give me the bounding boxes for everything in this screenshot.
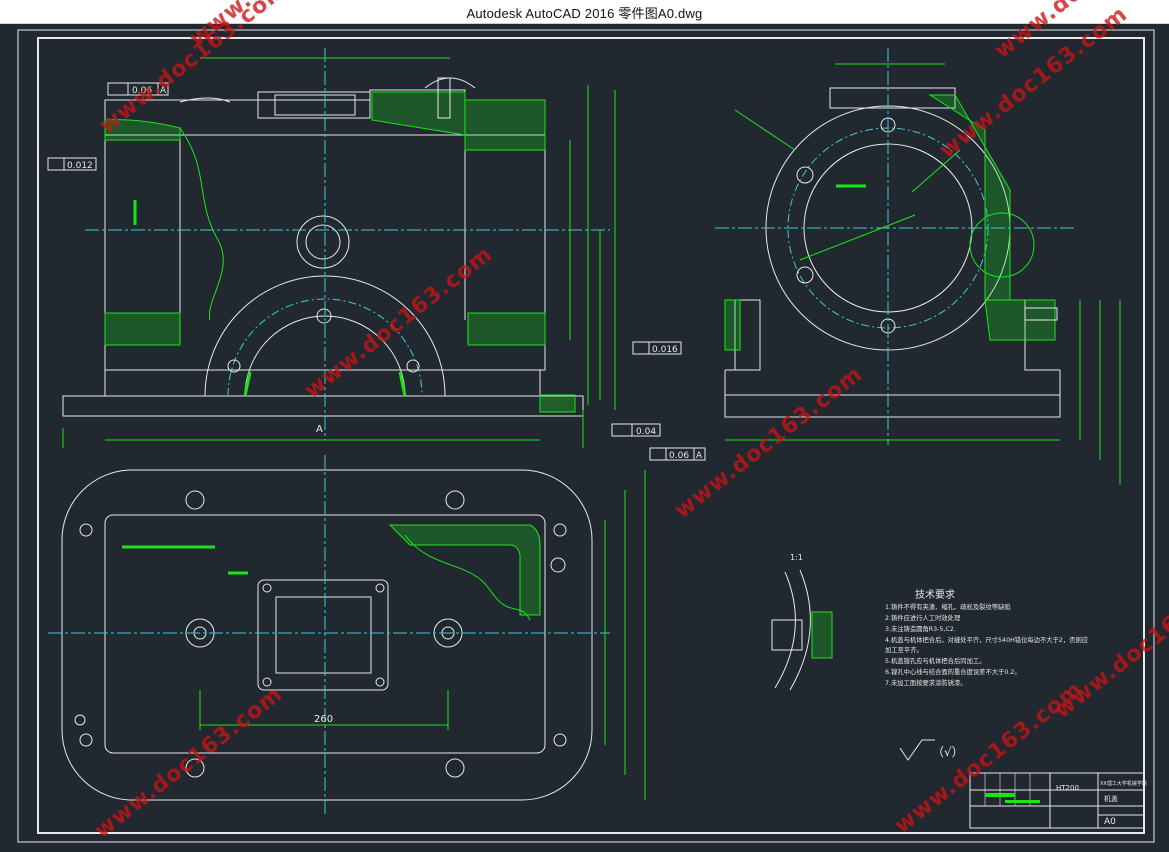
tech-requirements: 技术要求 1.铸件不得有夹渣、缩孔、疏松及裂纹等缺陷 2.铸件应进行人工时效处理… <box>885 588 1089 687</box>
svg-text:A: A <box>696 451 703 461</box>
title-block-sheet-size: A0 <box>1104 817 1116 827</box>
title-block-part-name: 机盖 <box>1104 794 1118 803</box>
top-outer-outline <box>61 469 593 801</box>
svg-text:（√）: （√） <box>932 745 964 759</box>
tolerance-box-bottom-right[interactable]: 0.04 <box>611 423 661 437</box>
svg-text:0.012: 0.012 <box>67 161 93 171</box>
title-block-school: XX理工大学机械学院 <box>1100 780 1147 787</box>
front-boss-outer <box>296 215 350 269</box>
svg-text:0.06: 0.06 <box>669 451 689 461</box>
top-view[interactable]: 260 <box>48 455 646 815</box>
inner-border <box>37 37 1145 834</box>
window-title: Autodesk AutoCAD 2016 零件图A0.dwg <box>466 6 703 21</box>
title-bar: Autodesk AutoCAD 2016 零件图A0.dwg <box>0 0 1169 24</box>
tech-req-line: 7.未加工面按要求涂防锈漆。 <box>885 678 967 687</box>
tech-req-line: 2.铸件应进行人工时效处理 <box>885 613 961 622</box>
side-view[interactable]: 0.016 0.06 A <box>632 48 1121 485</box>
detail-scale-label: 1:1 <box>790 553 803 562</box>
title-block-code: HT200 <box>1056 784 1079 792</box>
tech-requirements-heading: 技术要求 <box>915 588 955 601</box>
detail-view[interactable]: 1:1 <box>771 553 833 691</box>
datum-a-label: A <box>316 424 323 435</box>
tech-req-line: 加工至平齐。 <box>885 645 923 654</box>
surface-roughness-symbol: （√） <box>899 739 964 761</box>
tech-req-line: 5.机盖镗孔应与机体把合后同加工。 <box>885 656 985 665</box>
tolerance-box-side[interactable]: 0.016 <box>632 341 682 355</box>
svg-text:0.04: 0.04 <box>636 427 656 437</box>
svg-text:0.016: 0.016 <box>652 345 678 355</box>
dim-260-label: 260 <box>314 714 333 725</box>
front-base-plate <box>62 395 584 417</box>
side-base <box>724 394 1061 418</box>
hatch-top-right <box>371 91 466 136</box>
tolerance-box-mid[interactable]: 0.06 A <box>649 447 706 461</box>
drawing-canvas[interactable]: 0.06 A 0.012 0.04 A 0.016 0.06 A 260 1:1… <box>0 0 1169 848</box>
tech-req-line: 6.镗孔中心线与结合面的重合度误差不大于0.2。 <box>885 667 1021 676</box>
tolerance-box-left[interactable]: 0.012 <box>47 157 97 171</box>
title-block[interactable]: HT200 XX理工大学机械学院 机盖 A0 <box>969 772 1147 829</box>
roughness-check-icon <box>899 739 935 761</box>
cad-drawing[interactable]: 0.06 A 0.012 0.04 A 0.016 0.06 A 260 1:1… <box>0 24 1169 848</box>
tech-req-line: 1.铸件不得有夹渣、缩孔、疏松及裂纹等缺陷 <box>885 602 1011 611</box>
tech-req-line: 3.未注铸造圆角R3-5,C2. <box>885 624 956 633</box>
tech-req-line: 4.机盖与机体把合后，对缝处平齐，尺寸540H错位每边不大于2，否则应 <box>885 635 1089 644</box>
